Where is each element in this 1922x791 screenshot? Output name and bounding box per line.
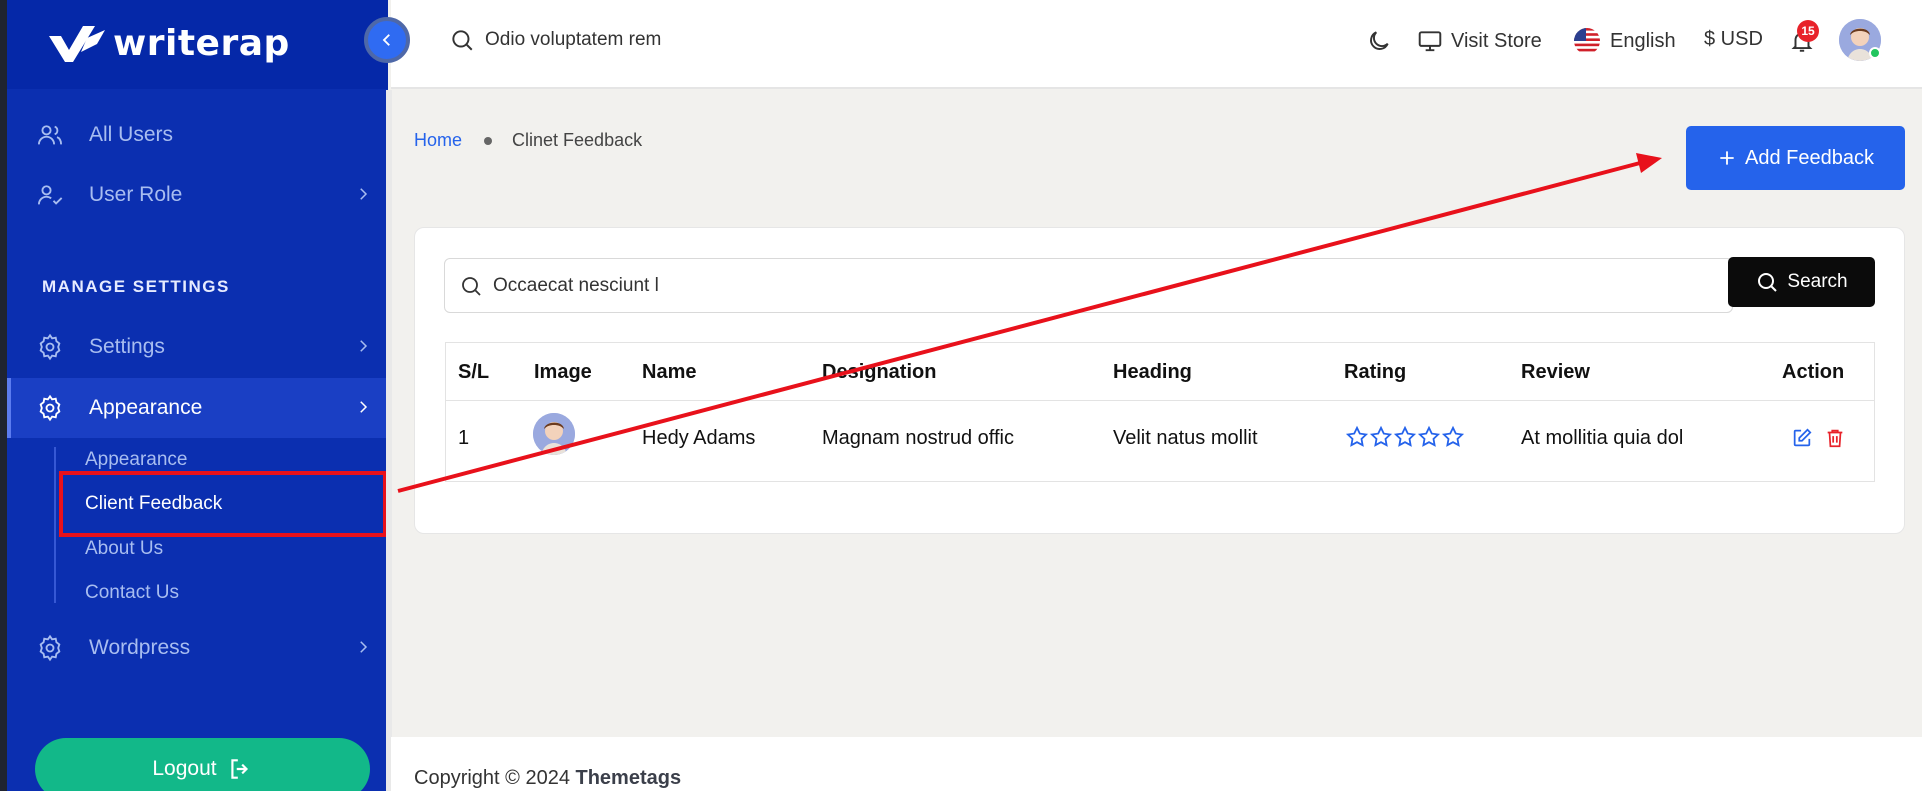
sidebar-item-label: Wordpress: [89, 636, 191, 659]
search-field[interactable]: [444, 258, 1733, 313]
search-button-label: Search: [1787, 271, 1848, 292]
visit-store-link[interactable]: Visit Store: [1417, 28, 1542, 54]
sidebar-item-appearance[interactable]: Appearance: [7, 378, 388, 438]
chevron-right-icon: [360, 340, 368, 352]
sidebar-item-label: Appearance: [89, 396, 203, 419]
column-header-action: Action: [1782, 361, 1845, 383]
topbar: Odio voluptatem rem: [391, 0, 1922, 89]
top-search-text: Odio voluptatem rem: [485, 29, 662, 50]
language-selector[interactable]: English: [1574, 28, 1676, 54]
notification-count-badge: 15: [1797, 20, 1819, 42]
column-header-sl: S/L: [458, 361, 490, 383]
sidebar-divider: [386, 90, 392, 791]
users-icon: [35, 120, 65, 150]
column-header-name: Name: [642, 361, 697, 383]
star-icon: [1441, 425, 1465, 447]
star-icon: [1393, 425, 1417, 447]
star-icon: [1345, 425, 1369, 447]
gear-icon: [35, 393, 65, 423]
sidebar-item-label: All Users: [89, 123, 174, 146]
brand-name: writerap: [113, 22, 290, 64]
dark-mode-toggle[interactable]: [1366, 28, 1392, 54]
visit-store-label: Visit Store: [1451, 29, 1542, 52]
sidebar-item-all-users[interactable]: All Users: [7, 105, 388, 165]
cell-review: At mollitia quia dol: [1521, 427, 1684, 449]
search-input[interactable]: [493, 274, 1693, 297]
sidebar-item-user-role[interactable]: User Role: [7, 165, 388, 225]
chevron-right-icon: [360, 188, 368, 200]
table-row: 1 Hedy Adams Magnam nostrud offic Velit …: [446, 401, 1874, 481]
add-feedback-label: Add Feedback: [1745, 146, 1874, 169]
brand-header: writerap: [7, 0, 388, 89]
annotation-highlight-box: [59, 471, 387, 537]
gear-icon: [35, 332, 65, 362]
column-header-review: Review: [1521, 361, 1590, 383]
copyright-text: Copyright © 2024 Themetags: [414, 767, 681, 790]
logout-button[interactable]: Logout: [35, 738, 370, 791]
footer: Copyright © 2024 Themetags: [391, 737, 1922, 791]
monitor-icon: [1418, 31, 1442, 52]
logo-mark-icon: [49, 26, 105, 62]
us-flag-icon: [1574, 28, 1600, 54]
sidebar-item-settings[interactable]: Settings: [7, 317, 388, 377]
submenu-item-contact-us[interactable]: Contact Us: [85, 582, 179, 604]
moon-icon: [1370, 31, 1389, 50]
cell-sl: 1: [458, 427, 470, 449]
add-feedback-button[interactable]: Add Feedback: [1686, 126, 1905, 190]
table-header: S/L Image Name Designation Heading Ratin…: [446, 343, 1874, 401]
column-header-heading: Heading: [1113, 361, 1192, 383]
breadcrumb: Home Clinet Feedback: [414, 130, 642, 151]
feedback-avatar: [533, 413, 575, 455]
breadcrumb-current: Clinet Feedback: [512, 130, 643, 150]
breadcrumb-separator: [484, 136, 493, 145]
chevron-right-icon: [360, 401, 368, 413]
search-button[interactable]: Search: [1728, 257, 1875, 307]
sidebar-item-label: Settings: [89, 335, 165, 358]
cell-heading: Velit natus mollit: [1113, 427, 1258, 449]
feedback-table: S/L Image Name Designation Heading Ratin…: [445, 342, 1875, 482]
brand-logo[interactable]: writerap: [47, 22, 290, 64]
feedback-card: Search S/L Image Name Designation Headin…: [414, 227, 1905, 534]
breadcrumb-home[interactable]: Home: [414, 130, 462, 151]
copyright-prefix: Copyright © 2024: [414, 767, 570, 789]
submenu-guide-line: [54, 447, 56, 603]
language-label: English: [1610, 29, 1676, 52]
plus-icon: [1720, 151, 1734, 165]
search-icon: [462, 276, 481, 296]
logout-label: Logout: [152, 757, 217, 780]
submenu-item-about-us[interactable]: About Us: [85, 538, 163, 560]
sidebar-item-wordpress[interactable]: Wordpress: [7, 618, 388, 678]
column-header-image: Image: [534, 361, 592, 383]
search-icon: [1758, 273, 1778, 292]
currency-label: $ USD: [1704, 28, 1763, 50]
logout-icon: [230, 759, 248, 779]
submenu-item-appearance[interactable]: Appearance: [85, 449, 187, 471]
star-icon: [1417, 425, 1441, 447]
sidebar-collapse-button[interactable]: [364, 17, 410, 63]
chevron-right-icon: [360, 641, 368, 653]
column-header-rating: Rating: [1344, 361, 1407, 383]
top-search[interactable]: Odio voluptatem rem: [449, 27, 661, 53]
search-icon: [452, 30, 473, 51]
user-check-icon: [35, 180, 65, 210]
section-title-manage-settings: MANAGE SETTINGS: [42, 277, 230, 296]
sidebar-item-label: User Role: [89, 183, 183, 206]
star-icon: [1369, 425, 1393, 447]
online-status-dot: [1869, 47, 1881, 59]
chevron-left-icon: [382, 34, 390, 46]
gear-icon: [35, 633, 65, 663]
cell-name: Hedy Adams: [642, 427, 756, 449]
currency-selector[interactable]: $ USD: [1704, 28, 1763, 51]
cell-designation: Magnam nostrud offic: [822, 427, 1014, 449]
rating-stars: [1345, 425, 1465, 449]
editor-edge: [0, 0, 7, 791]
edit-icon[interactable]: [1791, 427, 1813, 449]
sidebar: writerap All Users User Role MANAGE SETT…: [7, 0, 388, 791]
column-header-designation: Designation: [822, 361, 937, 383]
trash-icon[interactable]: [1824, 427, 1846, 449]
copyright-company: Themetags: [575, 767, 682, 789]
